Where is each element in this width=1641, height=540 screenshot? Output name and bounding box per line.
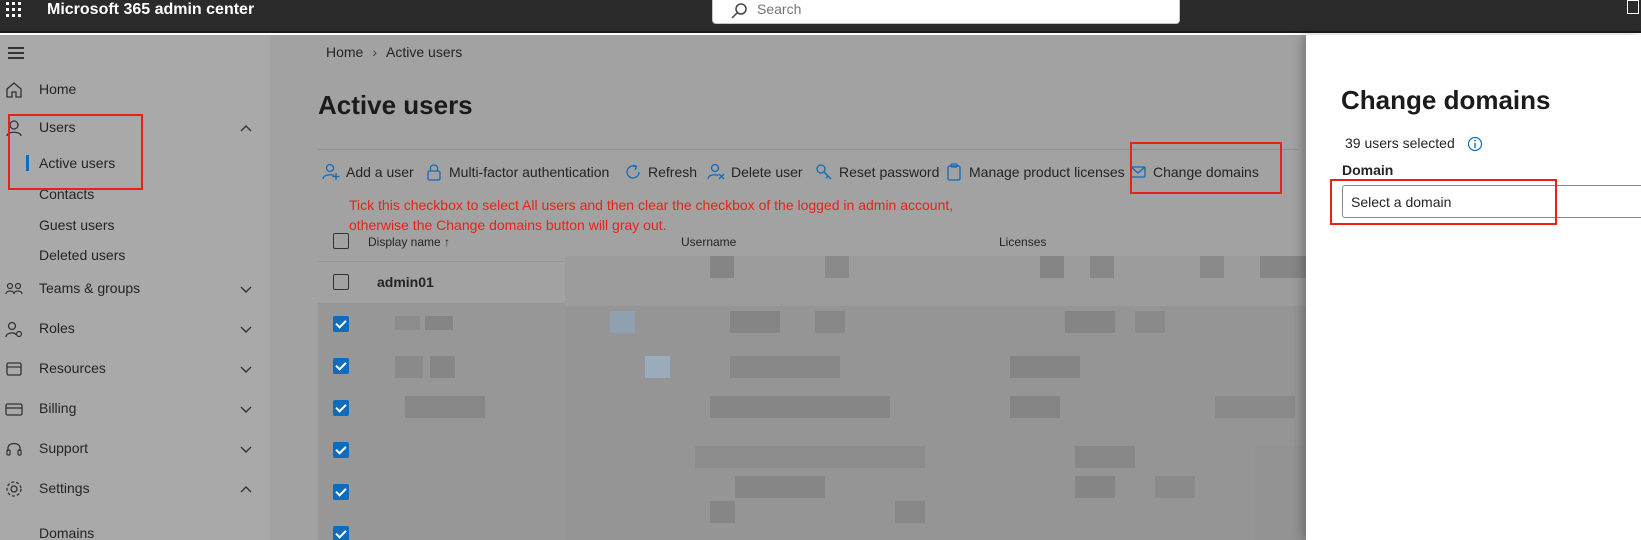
mfa-label: Multi-factor authentication	[449, 164, 610, 180]
top-bar: Microsoft 365 admin center	[0, 0, 1641, 33]
hamburger-menu-icon[interactable]	[8, 47, 24, 62]
delete-user-label: Delete user	[731, 164, 803, 180]
user-icon	[6, 120, 22, 137]
sidebar-item-home[interactable]: Home	[0, 75, 270, 105]
row-checkbox[interactable]	[333, 358, 349, 374]
sidebar: Home Users Active users Contacts Guest u…	[0, 35, 270, 540]
panel-title: Change domains	[1341, 85, 1551, 115]
sidebar-subitem-deleted-users[interactable]: Deleted users	[39, 247, 125, 263]
billing-icon	[5, 403, 23, 416]
chevron-up-icon[interactable]	[238, 481, 254, 497]
teams-icon	[5, 282, 23, 295]
chevron-down-icon[interactable]	[238, 441, 254, 457]
sidebar-item-label: Teams & groups	[39, 280, 141, 296]
sidebar-subitem-active-users[interactable]: Active users	[39, 155, 115, 171]
breadcrumb-home[interactable]: Home	[326, 44, 363, 60]
domain-dropdown[interactable]: Select a domain	[1342, 185, 1641, 218]
row-checkbox[interactable]	[333, 316, 349, 332]
sidebar-item-users[interactable]: Users	[0, 113, 270, 143]
sidebar-item-label: Roles	[39, 320, 75, 336]
chevron-down-icon[interactable]	[238, 281, 254, 297]
sidebar-item-label: Resources	[39, 360, 106, 376]
sidebar-item-settings[interactable]: Settings	[0, 474, 270, 504]
sidebar-subitem-guest-users[interactable]: Guest users	[39, 217, 114, 233]
active-indicator	[26, 155, 29, 171]
add-user-label: Add a user	[346, 164, 414, 180]
breadcrumb-separator-icon: ›	[372, 44, 378, 60]
info-icon[interactable]	[1467, 136, 1483, 152]
column-licenses[interactable]: Licenses	[999, 235, 1046, 249]
app-launcher-icon[interactable]	[6, 0, 24, 20]
sidebar-item-label: Settings	[39, 480, 90, 496]
refresh-icon	[626, 164, 640, 179]
roles-icon	[5, 321, 23, 338]
change-domains-label: Change domains	[1153, 164, 1259, 180]
sidebar-item-resources[interactable]: Resources	[0, 354, 270, 384]
chevron-down-icon[interactable]	[238, 321, 254, 337]
row-checkbox[interactable]	[333, 484, 349, 500]
search-icon	[731, 3, 747, 19]
column-display-name-label: Display name	[368, 235, 441, 249]
row-checkbox[interactable]	[333, 442, 349, 458]
panel-toggle-icon[interactable]	[1627, 0, 1639, 14]
resources-icon	[6, 362, 22, 376]
sidebar-item-teams-groups[interactable]: Teams & groups	[0, 274, 270, 304]
chevron-down-icon[interactable]	[238, 401, 254, 417]
chevron-up-icon[interactable]	[238, 120, 254, 136]
page-title: Active users	[318, 90, 473, 120]
chevron-down-icon[interactable]	[238, 361, 254, 377]
delete-user-icon	[707, 163, 725, 180]
sidebar-item-label: Billing	[39, 400, 77, 416]
row-checkbox[interactable]	[333, 526, 349, 540]
reset-password-label: Reset password	[839, 164, 940, 180]
search-box[interactable]	[712, 0, 1180, 24]
sidebar-item-label: Support	[39, 440, 89, 456]
sidebar-subitem-contacts[interactable]: Contacts	[39, 186, 94, 202]
refresh-label: Refresh	[648, 164, 698, 180]
annotation-line-1: Tick this checkbox to select All users a…	[349, 197, 954, 213]
search-input[interactable]	[757, 1, 1157, 17]
mail-icon	[1130, 166, 1146, 178]
sidebar-subitem-domains[interactable]: Domains	[39, 525, 94, 540]
clipboard-icon	[947, 163, 961, 181]
home-icon	[6, 82, 22, 98]
add-user-icon	[322, 163, 340, 180]
sidebar-item-label: Home	[39, 81, 77, 97]
divider	[318, 149, 1298, 150]
domain-label: Domain	[1342, 162, 1394, 178]
key-icon	[816, 164, 832, 180]
app-title[interactable]: Microsoft 365 admin center	[47, 0, 254, 20]
sidebar-item-support[interactable]: Support	[0, 434, 270, 464]
column-display-name[interactable]: Display name ↑	[368, 235, 450, 249]
lock-icon	[427, 164, 441, 181]
headset-icon	[6, 442, 22, 456]
sidebar-item-label: Users	[39, 119, 76, 135]
select-all-checkbox[interactable]	[333, 233, 349, 249]
sort-ascending-icon: ↑	[444, 235, 451, 249]
gear-icon	[6, 481, 22, 497]
change-domains-panel: Change domains 39 users selected Domain …	[1306, 35, 1641, 540]
breadcrumb-current: Active users	[386, 44, 463, 60]
users-selected-count: 39 users selected	[1345, 135, 1455, 151]
row-checkbox[interactable]	[333, 274, 349, 290]
manage-licenses-label: Manage product licenses	[969, 164, 1125, 180]
sidebar-item-roles[interactable]: Roles	[0, 314, 270, 344]
breadcrumb: Home › Active users	[326, 44, 462, 60]
column-username[interactable]: Username	[681, 235, 736, 249]
sidebar-item-billing[interactable]: Billing	[0, 394, 270, 424]
row-checkbox[interactable]	[333, 400, 349, 416]
redacted-data-area	[395, 256, 1310, 540]
